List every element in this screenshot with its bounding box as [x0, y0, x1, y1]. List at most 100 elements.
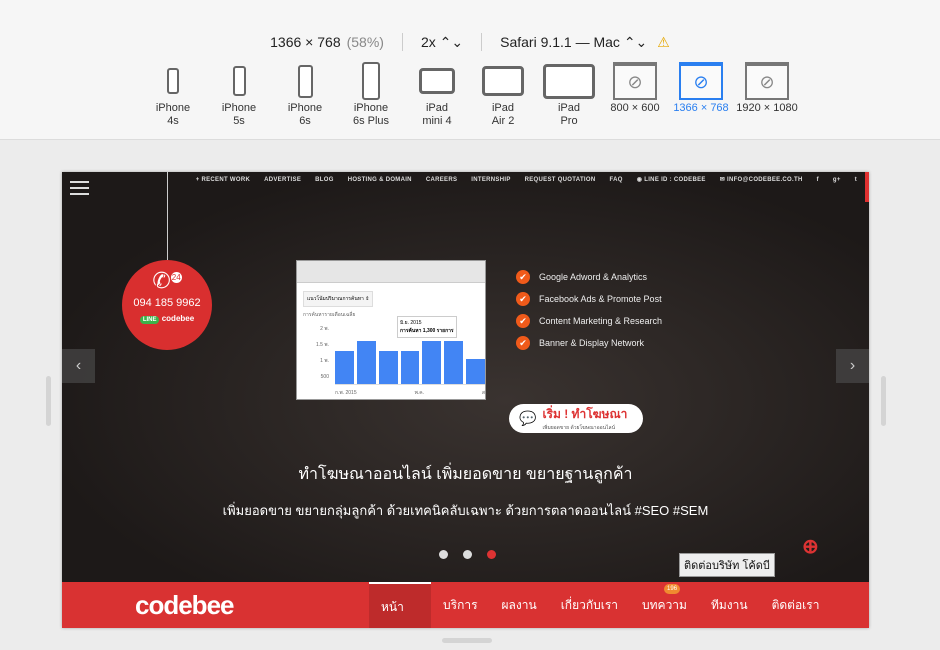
- device-icon: ⊘: [734, 60, 800, 102]
- cta-title: เริ่ม ! ทำโฆษณา: [542, 407, 628, 421]
- service-item: ✔ Content Marketing & Research: [516, 314, 662, 328]
- device-icon: [404, 60, 470, 102]
- resize-handle-left[interactable]: [46, 376, 51, 426]
- nav-label: หน้าแรก: [381, 600, 404, 614]
- nav-label: บริการ: [443, 598, 478, 612]
- codebee-logo[interactable]: codebee: [135, 590, 369, 621]
- topnav-item[interactable]: f: [817, 177, 819, 183]
- check-icon: ✔: [516, 292, 530, 306]
- device-preset-5[interactable]: iPad Air 2: [470, 60, 536, 128]
- main-navigation-bar: codebee หน้าแรก บริการ ผลงาน เกี่ยวกับเรา บท…: [62, 582, 869, 628]
- service-label: Google Adword & Analytics: [539, 272, 648, 282]
- mini-chart-bar: [378, 351, 398, 384]
- user-agent-select[interactable]: Safari 9.1.1 — Mac ⌃⌄: [500, 34, 647, 51]
- device-preset-2[interactable]: iPhone 6s: [272, 60, 338, 128]
- next-slide-arrow-icon[interactable]: ›: [836, 349, 869, 383]
- topnav-item[interactable]: t: [855, 177, 857, 183]
- nav-item[interactable]: บริการ: [431, 582, 490, 628]
- iphone-icon: [362, 62, 380, 100]
- device-label: iPhone: [353, 102, 389, 114]
- device-sublabel: 5s: [233, 115, 245, 127]
- device-preset-3[interactable]: iPhone 6s Plus: [338, 60, 404, 128]
- website-preview: + RECENT WORK ADVERTISE BLOG HOSTING & DOMA…: [62, 172, 869, 628]
- slide-dot[interactable]: [463, 550, 472, 559]
- safari-compass-icon: ⊘: [613, 62, 657, 100]
- slide-dot[interactable]: [487, 550, 496, 559]
- device-sublabel: 6s Plus: [352, 115, 390, 127]
- device-sublabel: 6s: [299, 115, 311, 127]
- line-icon: LINE: [139, 316, 160, 324]
- pixel-ratio-select[interactable]: 2x ⌃⌄: [421, 34, 463, 51]
- topnav-item[interactable]: CAREERS: [426, 177, 457, 183]
- start-advertising-button[interactable]: 💬 เริ่ม ! ทำโฆษณาเพิ่มยอดขาย ด้วยโฆษณาออ…: [509, 404, 643, 433]
- mini-y-tick: 2 พ.: [320, 326, 329, 332]
- device-preset-9[interactable]: ⊘ 1920 × 1080: [734, 60, 800, 128]
- topnav-item[interactable]: INTERNSHIP: [471, 177, 510, 183]
- ipad-icon: [419, 68, 455, 94]
- resize-handle-bottom[interactable]: [442, 638, 492, 643]
- nav-item[interactable]: ผลงาน: [490, 582, 549, 628]
- topnav-item[interactable]: g+: [833, 177, 841, 183]
- ipad-icon: [543, 63, 595, 99]
- prev-slide-arrow-icon[interactable]: ‹: [62, 349, 95, 383]
- contact-tooltip: ติดต่อบริษัท โค้ดบี: [679, 553, 775, 577]
- mini-x-tick: พ.ค.: [414, 390, 424, 396]
- device-label: iPhone: [221, 102, 257, 114]
- resize-handle-right[interactable]: [881, 376, 886, 426]
- device-sublabel: mini 4: [422, 115, 452, 127]
- iphone-icon: [167, 68, 179, 94]
- device-preset-7[interactable]: ⊘ 800 × 600: [602, 60, 668, 128]
- mini-chart-bar: [444, 340, 464, 384]
- device-preset-4[interactable]: iPad mini 4: [404, 60, 470, 128]
- device-preset-6[interactable]: iPad Pro: [536, 60, 602, 128]
- chat-icon: 💬: [519, 410, 537, 426]
- resolution-label: 1366 × 768: [270, 34, 341, 50]
- nav-item[interactable]: หน้าแรก: [369, 582, 431, 628]
- mini-chart-bar: [356, 340, 376, 384]
- device-sublabel: 4s: [167, 115, 179, 127]
- nav-item[interactable]: บทความ 196: [630, 582, 699, 628]
- slide-dot[interactable]: [439, 550, 448, 559]
- article-count-badge: 196: [664, 584, 681, 594]
- cta-subtitle: เพิ่มยอดขาย ด้วยโฆษณาออนไลน์: [542, 425, 616, 431]
- hamburger-menu-icon[interactable]: [70, 181, 89, 199]
- mini-y-tick: 500: [320, 374, 329, 380]
- topnav-item[interactable]: ADVERTISE: [264, 177, 301, 183]
- warning-icon[interactable]: ⚠: [657, 34, 670, 51]
- nav-item[interactable]: ทีมงาน: [699, 582, 760, 628]
- device-label: iPad: [491, 102, 515, 114]
- device-preset-1[interactable]: iPhone 5s: [206, 60, 272, 128]
- topnav-item[interactable]: FAQ: [610, 177, 623, 183]
- topnav-item[interactable]: REQUEST QUOTATION: [525, 177, 596, 183]
- device-preset-0[interactable]: iPhone 4s: [140, 60, 206, 128]
- mini-chart-title: การค้นหารายเดือนเฉลี่ย: [303, 312, 356, 318]
- mini-chart-bar: [466, 359, 486, 384]
- top-navigation: + RECENT WORK ADVERTISE BLOG HOSTING & DOMA…: [196, 176, 857, 184]
- device-icon: [140, 60, 206, 102]
- topnav-item[interactable]: ◉ LINE ID : CODEBEE: [637, 176, 706, 183]
- nav-item[interactable]: เกี่ยวกับเรา: [549, 582, 630, 628]
- device-label: 800 × 600: [610, 102, 660, 114]
- mini-y-tick: 1.5 พ.: [315, 342, 329, 348]
- mini-tooltip-date: มิ.ย. 2015: [400, 320, 422, 326]
- device-label: 1920 × 1080: [736, 102, 798, 114]
- device-icon: [206, 60, 272, 102]
- mini-chart-bar: [335, 351, 354, 384]
- check-icon: ✔: [516, 336, 530, 350]
- service-label: Content Marketing & Research: [539, 316, 663, 326]
- ipad-icon: [482, 66, 524, 96]
- zoom-in-icon[interactable]: ⊕: [802, 534, 819, 559]
- topnav-item[interactable]: + RECENT WORK: [196, 177, 250, 183]
- device-label: iPhone: [287, 102, 323, 114]
- device-preset-8[interactable]: ⊘ 1366 × 768: [668, 60, 734, 128]
- topnav-item[interactable]: HOSTING & DOMAIN: [348, 177, 412, 183]
- safari-compass-icon: ⊘: [679, 62, 723, 100]
- nav-item[interactable]: ติดต่อเรา: [760, 582, 832, 628]
- mini-tooltip-value: การค้นหา 1,300 รายการ: [400, 328, 454, 334]
- topnav-item[interactable]: BLOG: [315, 177, 334, 183]
- mini-x-tick: ส: [481, 390, 485, 396]
- mini-browser-screenshot: แนวโน้มปริมาณการค้นหา ⇕ การค้นหารายเดือน…: [296, 260, 486, 400]
- topnav-item[interactable]: ✉ INFO@CODEBEE.CO.TH: [720, 176, 803, 183]
- phone-tag[interactable]: ✆24 094 185 9962 LINE codebee: [122, 260, 212, 350]
- service-item: ✔ Google Adword & Analytics: [516, 270, 662, 284]
